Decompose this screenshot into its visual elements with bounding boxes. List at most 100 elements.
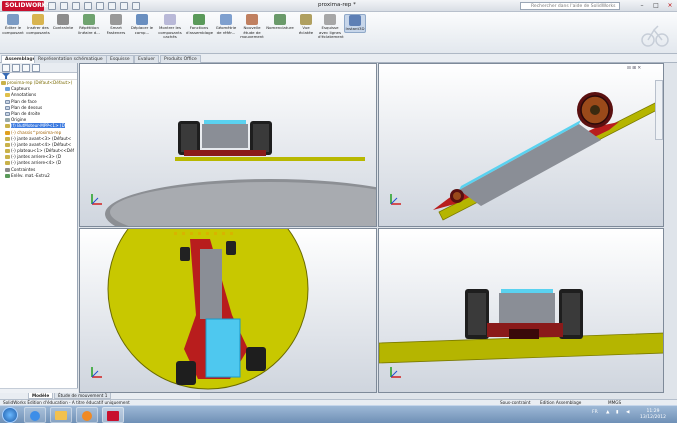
edit-component-icon [7, 14, 19, 25]
mates-icon [5, 167, 10, 172]
command-label: Déplacer le comp... [130, 25, 154, 35]
print-icon[interactable] [84, 2, 92, 10]
taskbar-media-player-icon[interactable] [76, 407, 98, 423]
command-label: Montrer les composants cachés [158, 25, 182, 39]
new-document-icon[interactable] [48, 2, 56, 10]
axis-triad-icon [390, 367, 401, 378]
help-search-input[interactable]: Rechercher dans l'aide de SolidWorks [520, 2, 620, 10]
model-front-view [105, 120, 376, 226]
viewport-right[interactable] [378, 228, 664, 393]
tab-representation-schematique[interactable]: Représentation schématique [34, 55, 107, 63]
mate-icon [57, 14, 69, 25]
start-button[interactable] [2, 407, 18, 423]
command-label: Éditer le composant [2, 25, 24, 35]
command-label: Fonctions d'assemblage [186, 25, 213, 35]
motor-block-iso [459, 124, 601, 206]
model-isometric-view [433, 92, 662, 221]
plane-icon [5, 105, 10, 110]
reference-geometry-button[interactable]: Géométrie de référ... [214, 14, 238, 35]
tray-show-hidden-icon[interactable]: ▲ [606, 410, 609, 415]
axis-triad-icon [91, 194, 102, 205]
viewport-isometric[interactable]: ⊟ ⊞ ✕ [378, 63, 664, 227]
options-icon[interactable] [132, 2, 140, 10]
assembly-features-button[interactable]: Fonctions d'assemblage [186, 14, 213, 35]
feature-manager-panel: proxima-rep (Défaut<Défaut>) Capteurs An… [0, 63, 78, 393]
viewport-window-controls[interactable]: ⊟ ⊞ ✕ [627, 66, 641, 71]
tree-item-enlev-mat[interactable]: Enlèv. mat.-Extru2 [0, 173, 77, 179]
explode-line-icon [324, 14, 336, 25]
command-label: Contrainte [52, 25, 74, 30]
windows-taskbar: FR ▲ ▮ ◀ 11:29 13/12/2012 [0, 405, 677, 423]
task-pane-tabs[interactable] [655, 80, 663, 140]
close-button[interactable]: × [664, 1, 676, 10]
configuration-manager-tab-icon[interactable] [22, 64, 30, 72]
solidworks-logo[interactable]: SOLIDWORKS [2, 1, 51, 11]
viewport-front[interactable] [79, 63, 377, 227]
command-label: Instant3D [345, 26, 365, 31]
bill-of-materials-button[interactable]: Nomenclature [266, 14, 294, 31]
explode-line-sketch-button[interactable]: Esquisse avec lignes d'éclatement [318, 14, 344, 40]
smart-fasteners-button[interactable]: Smart Fasteners [104, 14, 128, 35]
rebuild-icon[interactable] [120, 2, 128, 10]
plateau-edge [175, 157, 365, 161]
command-label: Nouvelle étude de mouvement [240, 25, 264, 39]
document-title: proxima-rep * [318, 2, 356, 8]
part-icon [5, 142, 10, 147]
instant3d-icon [349, 15, 361, 26]
insert-components-button[interactable]: Insérer des composants [26, 14, 50, 35]
display-manager-tab-icon[interactable] [32, 64, 40, 72]
tab-evaluer[interactable]: Evaluer [134, 55, 159, 63]
tab-produits-office[interactable]: Produits Office [160, 55, 201, 63]
edit-component-button[interactable]: Éditer le composant [2, 14, 24, 35]
instant3d-button[interactable]: Instant3D [344, 14, 366, 33]
feature-tree-tab-icon[interactable] [2, 64, 10, 72]
command-manager: Éditer le composant Insérer des composan… [0, 12, 677, 54]
undo-icon[interactable] [96, 2, 104, 10]
maximize-button[interactable]: □ [650, 1, 662, 10]
command-label: Géométrie de référ... [215, 25, 237, 35]
viewport-top[interactable] [79, 228, 377, 393]
select-icon[interactable] [108, 2, 116, 10]
tray-network-icon[interactable]: ▮ [616, 410, 618, 415]
reference-geometry-icon [220, 14, 232, 25]
clock[interactable]: 11:29 13/12/2012 [640, 409, 666, 420]
edu-cyclist-watermark [641, 25, 669, 47]
input-language[interactable]: FR [592, 410, 598, 415]
command-label: Vue éclatée [298, 25, 314, 35]
save-icon[interactable] [72, 2, 80, 10]
linear-pattern-button[interactable]: Répétition linéaire d... [76, 14, 102, 35]
part-icon [5, 161, 10, 166]
move-component-button[interactable]: Déplacer le comp... [130, 14, 154, 35]
warning-icon [5, 130, 10, 135]
command-label: Nomenclature [266, 25, 294, 30]
taskbar-explorer-icon[interactable] [50, 407, 72, 423]
axis-triad-icon [390, 194, 401, 205]
tray-volume-icon[interactable]: ◀ [626, 410, 629, 415]
taskbar-ie-icon[interactable] [24, 407, 46, 423]
tree-filter[interactable] [0, 73, 77, 80]
exploded-view-button[interactable]: Vue éclatée [296, 14, 316, 35]
open-icon[interactable] [60, 2, 68, 10]
command-label: Esquisse avec lignes d'éclatement [318, 25, 344, 39]
taskbar-solidworks-icon[interactable] [102, 407, 124, 423]
tab-esquisse[interactable]: Esquisse [106, 55, 134, 63]
clock-date: 13/12/2012 [640, 414, 666, 420]
new-motion-study-button[interactable]: Nouvelle étude de mouvement [240, 14, 264, 40]
part-icon [5, 136, 10, 141]
motor-block-top [200, 249, 222, 319]
part-icon [5, 149, 10, 154]
minimize-button[interactable]: – [636, 1, 648, 10]
sensors-icon [5, 87, 10, 92]
mate-button[interactable]: Contrainte [52, 14, 74, 31]
filter-icon [2, 73, 10, 79]
assembly-icon [1, 81, 6, 85]
rear-wheel-top [176, 361, 196, 385]
show-hidden-components-button[interactable]: Montrer les composants cachés [156, 14, 184, 40]
chassis [184, 150, 266, 156]
motor-block [202, 124, 248, 148]
command-label: Smart Fasteners [106, 25, 126, 35]
property-manager-tab-icon[interactable] [12, 64, 20, 72]
front-wheel-top [180, 247, 190, 261]
motor-block-side [499, 293, 555, 323]
bom-icon [274, 14, 286, 25]
